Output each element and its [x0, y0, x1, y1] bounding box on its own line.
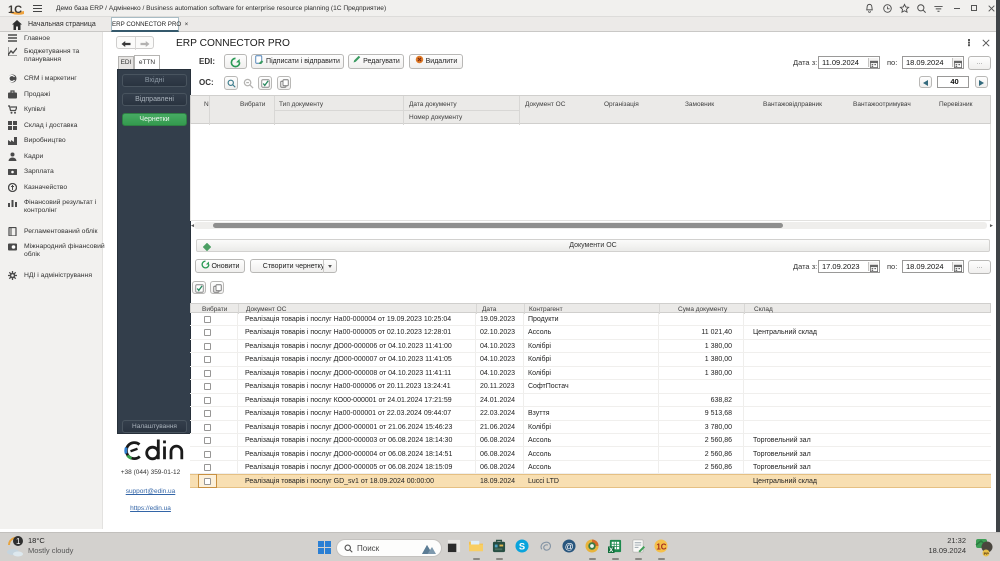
svg-text:1С: 1С — [656, 542, 666, 551]
svg-text:1С: 1С — [8, 4, 22, 15]
svg-text:X: X — [609, 548, 613, 553]
svg-text:1: 1 — [16, 537, 21, 546]
svg-text:@: @ — [565, 541, 574, 551]
svg-text:PP: PP — [984, 551, 990, 556]
svg-text:S: S — [519, 541, 525, 551]
